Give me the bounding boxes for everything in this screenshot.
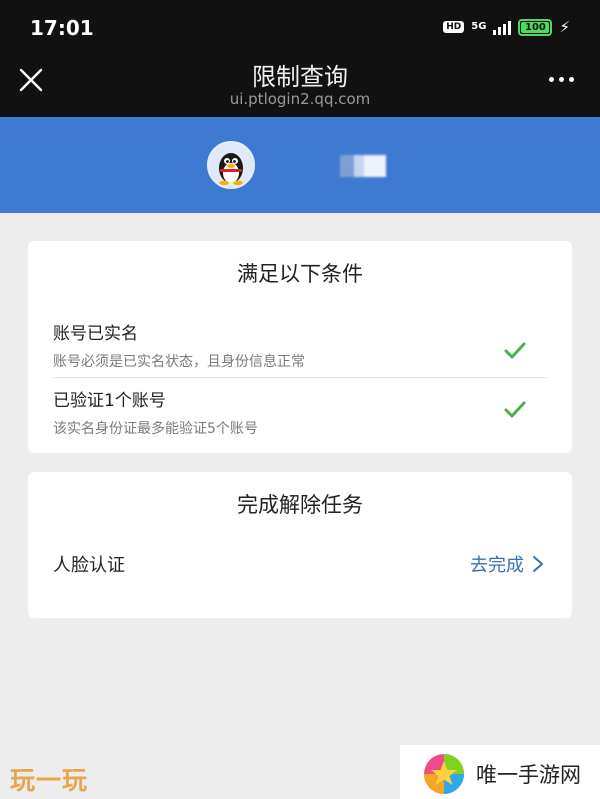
conditions-card: 满足以下条件 账号已实名 账号必须是已实名状态，且身份信息正常 已验证1个账号 … bbox=[28, 241, 572, 453]
status-bar: 17:01 HD 5G 100 ⚡ bbox=[0, 0, 600, 52]
qq-penguin-avatar-icon bbox=[207, 141, 255, 189]
task-card: 完成解除任务 人脸认证 去完成 bbox=[28, 472, 572, 618]
status-time: 17:01 bbox=[30, 16, 94, 40]
5g-icon: 5G bbox=[471, 21, 487, 32]
watermark-left: 玩一玩 bbox=[10, 766, 89, 795]
chevron-right-icon bbox=[533, 556, 543, 572]
condition-row-realname: 账号已实名 账号必须是已实名状态，且身份信息正常 bbox=[53, 319, 547, 385]
account-header bbox=[0, 117, 600, 213]
go-complete-button[interactable]: 去完成 bbox=[470, 551, 544, 577]
star-logo-icon bbox=[424, 754, 464, 794]
battery-icon: 100 bbox=[518, 18, 553, 36]
check-icon bbox=[504, 342, 526, 359]
conditions-title: 满足以下条件 bbox=[237, 262, 363, 286]
status-icons: HD 5G 100 ⚡ bbox=[443, 18, 570, 36]
go-complete-label: 去完成 bbox=[470, 555, 524, 576]
signal-icon bbox=[493, 19, 512, 35]
page-title: 限制查询 bbox=[252, 63, 348, 91]
watermark-right-text: 唯一手游网 bbox=[476, 763, 581, 787]
condition-row-verified: 已验证1个账号 该实名身份证最多能验证5个账号 bbox=[53, 386, 547, 452]
hd-icon: HD bbox=[443, 21, 465, 33]
condition-title: 账号已实名 bbox=[53, 324, 138, 344]
task-title: 完成解除任务 bbox=[237, 493, 363, 517]
page-url: ui.ptlogin2.qq.com bbox=[229, 90, 371, 108]
face-verify-label: 人脸认证 bbox=[53, 555, 125, 576]
battery-level: 100 bbox=[525, 21, 546, 33]
account-name-redacted bbox=[340, 155, 386, 177]
check-icon bbox=[504, 401, 526, 418]
watermark-right: 唯一手游网 bbox=[400, 745, 600, 799]
more-icon[interactable] bbox=[549, 77, 574, 82]
condition-title: 已验证1个账号 bbox=[53, 391, 166, 411]
charging-bolt-icon: ⚡ bbox=[559, 18, 570, 36]
divider bbox=[53, 377, 547, 378]
nav-bar: 限制查询 ui.ptlogin2.qq.com bbox=[0, 52, 600, 117]
condition-desc: 该实名身份证最多能验证5个账号 bbox=[53, 421, 258, 437]
condition-desc: 账号必须是已实名状态，且身份信息正常 bbox=[53, 354, 305, 370]
